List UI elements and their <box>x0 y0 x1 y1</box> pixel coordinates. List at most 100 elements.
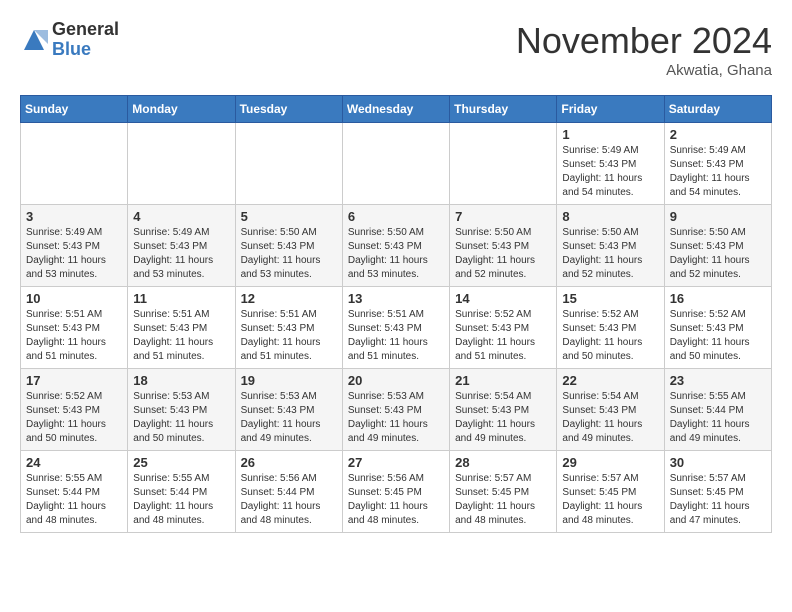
logo-text: General Blue <box>52 20 119 60</box>
weekday-header-thursday: Thursday <box>450 96 557 123</box>
calendar-week-1: 1Sunrise: 5:49 AM Sunset: 5:43 PM Daylig… <box>21 123 772 205</box>
calendar-cell: 26 Sunrise: 5:56 AM Sunset: 5:44 PM Dayli… <box>235 451 342 533</box>
day-info: Sunrise: 5:52 AM Sunset: 5:43 PM Dayligh… <box>26 390 122 446</box>
day-number: 2 <box>670 127 766 142</box>
day-info: Sunrise: 5:56 AM Sunset: 5:44 PM Dayligh… <box>241 472 337 528</box>
day-number: 13 <box>348 291 444 306</box>
day-info: Sunrise: 5:50 AM Sunset: 5:43 PM Dayligh… <box>241 226 337 282</box>
calendar-cell: 24 Sunrise: 5:55 AM Sunset: 5:44 PM Dayli… <box>21 451 128 533</box>
calendar-cell: 10Sunrise: 5:51 AM Sunset: 5:43 PM Dayli… <box>21 287 128 369</box>
day-number: 11 <box>133 291 229 306</box>
calendar-week-3: 10 Sunrise: 5:51 AM Sunset: 5:43 PM Dayli… <box>21 287 772 369</box>
day-number: 4 <box>133 209 229 224</box>
day-number: 16 <box>670 291 766 306</box>
day-info: Sunrise: 5:50 AM Sunset: 5:43 PM Dayligh… <box>670 226 766 282</box>
calendar-cell: 19 Sunrise: 5:53 AM Sunset: 5:43 PM Dayli… <box>235 369 342 451</box>
day-number: 15 <box>562 291 658 306</box>
weekday-header-tuesday: Tuesday <box>235 96 342 123</box>
logo-blue: Blue <box>52 40 119 60</box>
calendar-cell: 28Sunrise: 5:57 AM Sunset: 5:45 PM Dayli… <box>450 451 557 533</box>
calendar-cell: 3 Sunrise: 5:49 AM Sunset: 5:43 PM Daylig… <box>21 205 128 287</box>
day-info: Sunrise: 5:55 AM Sunset: 5:44 PM Dayligh… <box>26 472 122 528</box>
day-info: Sunrise: 5:55 AM Sunset: 5:44 PM Dayligh… <box>670 390 766 446</box>
calendar-cell: 27 Sunrise: 5:56 AM Sunset: 5:45 PM Dayli… <box>342 451 449 533</box>
calendar-cell: 18Sunrise: 5:53 AM Sunset: 5:43 PM Dayli… <box>128 369 235 451</box>
calendar-cell <box>450 123 557 205</box>
day-info: Sunrise: 5:55 AM Sunset: 5:44 PM Dayligh… <box>133 472 229 528</box>
calendar-cell: 22Sunrise: 5:54 AM Sunset: 5:43 PM Dayli… <box>557 369 664 451</box>
weekday-header-monday: Monday <box>128 96 235 123</box>
day-number: 8 <box>562 209 658 224</box>
day-info: Sunrise: 5:51 AM Sunset: 5:43 PM Dayligh… <box>133 308 229 364</box>
day-number: 6 <box>348 209 444 224</box>
calendar-cell: 12 Sunrise: 5:51 AM Sunset: 5:43 PM Dayli… <box>235 287 342 369</box>
day-number: 25 <box>133 455 229 470</box>
day-number: 27 <box>348 455 444 470</box>
calendar-cell <box>235 123 342 205</box>
day-info: Sunrise: 5:49 AM Sunset: 5:43 PM Dayligh… <box>562 144 658 200</box>
calendar-cell <box>21 123 128 205</box>
day-info: Sunrise: 5:53 AM Sunset: 5:43 PM Dayligh… <box>348 390 444 446</box>
day-number: 17 <box>26 373 122 388</box>
day-info: Sunrise: 5:56 AM Sunset: 5:45 PM Dayligh… <box>348 472 444 528</box>
calendar-cell: 30Sunrise: 5:57 AM Sunset: 5:45 PM Dayli… <box>664 451 771 533</box>
calendar-cell: 17 Sunrise: 5:52 AM Sunset: 5:43 PM Dayli… <box>21 369 128 451</box>
calendar-cell: 13 Sunrise: 5:51 AM Sunset: 5:43 PM Dayli… <box>342 287 449 369</box>
calendar-cell <box>128 123 235 205</box>
day-info: Sunrise: 5:49 AM Sunset: 5:43 PM Dayligh… <box>133 226 229 282</box>
day-info: Sunrise: 5:52 AM Sunset: 5:43 PM Dayligh… <box>562 308 658 364</box>
calendar-cell: 21Sunrise: 5:54 AM Sunset: 5:43 PM Dayli… <box>450 369 557 451</box>
day-number: 7 <box>455 209 551 224</box>
calendar-cell: 14 Sunrise: 5:52 AM Sunset: 5:43 PM Dayli… <box>450 287 557 369</box>
calendar-cell: 4 Sunrise: 5:49 AM Sunset: 5:43 PM Daylig… <box>128 205 235 287</box>
calendar-week-4: 17 Sunrise: 5:52 AM Sunset: 5:43 PM Dayli… <box>21 369 772 451</box>
calendar-cell: 2 Sunrise: 5:49 AM Sunset: 5:43 PM Daylig… <box>664 123 771 205</box>
day-info: Sunrise: 5:54 AM Sunset: 5:43 PM Dayligh… <box>562 390 658 446</box>
day-number: 10 <box>26 291 122 306</box>
day-info: Sunrise: 5:49 AM Sunset: 5:43 PM Dayligh… <box>26 226 122 282</box>
calendar-cell: 6Sunrise: 5:50 AM Sunset: 5:43 PM Daylig… <box>342 205 449 287</box>
day-number: 23 <box>670 373 766 388</box>
day-info: Sunrise: 5:49 AM Sunset: 5:43 PM Dayligh… <box>670 144 766 200</box>
day-info: Sunrise: 5:52 AM Sunset: 5:43 PM Dayligh… <box>455 308 551 364</box>
calendar-cell: 5 Sunrise: 5:50 AM Sunset: 5:43 PM Daylig… <box>235 205 342 287</box>
day-number: 3 <box>26 209 122 224</box>
calendar-cell: 20 Sunrise: 5:53 AM Sunset: 5:43 PM Dayli… <box>342 369 449 451</box>
calendar-cell: 16 Sunrise: 5:52 AM Sunset: 5:43 PM Dayli… <box>664 287 771 369</box>
day-number: 19 <box>241 373 337 388</box>
logo-icon <box>20 26 48 54</box>
day-number: 21 <box>455 373 551 388</box>
day-info: Sunrise: 5:53 AM Sunset: 5:43 PM Dayligh… <box>241 390 337 446</box>
page-header: General Blue November 2024 Akwatia, Ghan… <box>20 20 772 79</box>
day-number: 5 <box>241 209 337 224</box>
day-info: Sunrise: 5:51 AM Sunset: 5:43 PM Dayligh… <box>241 308 337 364</box>
day-number: 26 <box>241 455 337 470</box>
weekday-header-sunday: Sunday <box>21 96 128 123</box>
day-info: Sunrise: 5:50 AM Sunset: 5:43 PM Dayligh… <box>562 226 658 282</box>
weekday-header-wednesday: Wednesday <box>342 96 449 123</box>
day-info: Sunrise: 5:53 AM Sunset: 5:43 PM Dayligh… <box>133 390 229 446</box>
calendar-week-2: 3 Sunrise: 5:49 AM Sunset: 5:43 PM Daylig… <box>21 205 772 287</box>
calendar-cell: 1Sunrise: 5:49 AM Sunset: 5:43 PM Daylig… <box>557 123 664 205</box>
calendar-cell: 8 Sunrise: 5:50 AM Sunset: 5:43 PM Daylig… <box>557 205 664 287</box>
day-number: 12 <box>241 291 337 306</box>
day-number: 14 <box>455 291 551 306</box>
day-number: 9 <box>670 209 766 224</box>
day-info: Sunrise: 5:52 AM Sunset: 5:43 PM Dayligh… <box>670 308 766 364</box>
calendar-week-5: 24 Sunrise: 5:55 AM Sunset: 5:44 PM Dayli… <box>21 451 772 533</box>
calendar-cell: 7Sunrise: 5:50 AM Sunset: 5:43 PM Daylig… <box>450 205 557 287</box>
weekday-header-friday: Friday <box>557 96 664 123</box>
calendar-cell: 25 Sunrise: 5:55 AM Sunset: 5:44 PM Dayli… <box>128 451 235 533</box>
location: Akwatia, Ghana <box>516 62 772 79</box>
day-info: Sunrise: 5:57 AM Sunset: 5:45 PM Dayligh… <box>670 472 766 528</box>
logo: General Blue <box>20 20 119 60</box>
calendar-cell <box>342 123 449 205</box>
day-number: 24 <box>26 455 122 470</box>
day-info: Sunrise: 5:57 AM Sunset: 5:45 PM Dayligh… <box>455 472 551 528</box>
logo-general: General <box>52 20 119 40</box>
calendar-cell: 23 Sunrise: 5:55 AM Sunset: 5:44 PM Dayli… <box>664 369 771 451</box>
title-block: November 2024 Akwatia, Ghana <box>516 20 772 79</box>
day-number: 20 <box>348 373 444 388</box>
day-number: 29 <box>562 455 658 470</box>
day-info: Sunrise: 5:51 AM Sunset: 5:43 PM Dayligh… <box>348 308 444 364</box>
